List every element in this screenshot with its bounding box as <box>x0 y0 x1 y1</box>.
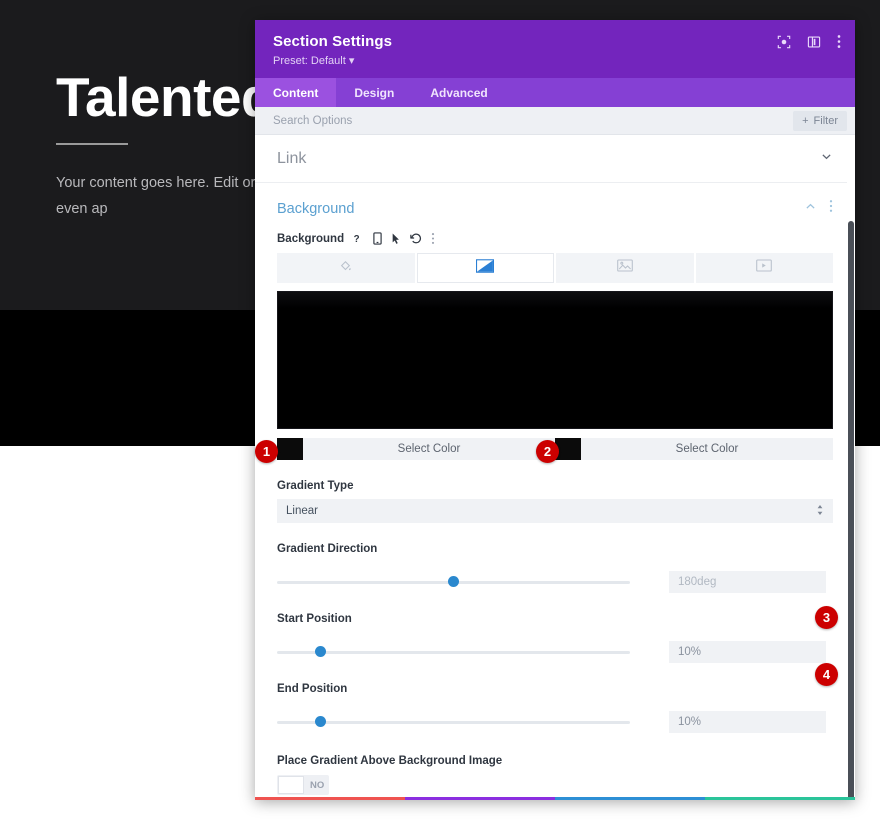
modal-body: Link Background Background ? Select Colo… <box>255 135 855 797</box>
more-vertical-icon[interactable] <box>837 34 841 49</box>
gradient-icon <box>476 258 495 278</box>
title-divider <box>56 143 128 145</box>
gradient-stop-1: Select Color <box>277 438 555 460</box>
background-section-title: Background <box>277 200 355 217</box>
background-section: Background Background ? Select Color Sel… <box>255 183 855 460</box>
video-icon <box>756 259 773 277</box>
undo-button[interactable] <box>405 797 555 800</box>
modal-tabs: Content Design Advanced <box>255 78 855 107</box>
more-vertical-icon[interactable] <box>829 199 833 218</box>
mobile-icon[interactable] <box>373 232 382 245</box>
modal-preset[interactable]: Preset: Default ▾ <box>273 54 837 67</box>
end-position-label: End Position <box>277 683 348 695</box>
callout-badge-3: 3 <box>815 606 838 629</box>
gradient-preview[interactable] <box>277 291 833 429</box>
background-field-header: Background ? <box>277 232 833 245</box>
cancel-button[interactable] <box>255 797 405 800</box>
select-color-button-1[interactable]: Select Color <box>303 438 555 460</box>
select-color-button-2[interactable]: Select Color <box>581 438 833 460</box>
gradient-direction-value[interactable]: 180deg <box>669 571 826 593</box>
chevron-up-icon[interactable] <box>804 200 817 218</box>
help-icon[interactable]: ? <box>353 232 364 245</box>
modal-header-actions <box>777 34 841 49</box>
link-section-label: Link <box>277 149 307 167</box>
end-position-slider-row: 10% <box>277 711 833 733</box>
slider-knob[interactable] <box>314 646 326 657</box>
background-section-header[interactable]: Background <box>277 199 833 218</box>
focus-icon[interactable] <box>777 35 791 49</box>
plus-icon: + <box>802 114 809 127</box>
gradient-direction-control: Gradient Direction 180deg <box>255 543 855 593</box>
callout-badge-2: 2 <box>536 440 559 463</box>
gradient-direction-slider[interactable] <box>277 573 630 591</box>
background-field-label: Background <box>277 232 345 245</box>
cursor-icon[interactable] <box>391 232 401 245</box>
place-gradient-label: Place Gradient Above Background Image <box>277 755 503 767</box>
place-gradient-toggle[interactable]: NO <box>277 775 329 795</box>
modal-footer <box>255 797 855 800</box>
slider-track <box>277 720 630 724</box>
search-bar: Search Options + Filter <box>255 107 855 135</box>
save-button[interactable] <box>705 797 855 800</box>
background-video-tab[interactable] <box>695 253 833 283</box>
gradient-type-control: Gradient Type Linear <box>255 480 855 523</box>
toggle-state-label: NO <box>310 779 325 791</box>
start-position-control: Start Position 10% <box>255 613 855 663</box>
background-color-tab[interactable] <box>277 253 415 283</box>
tab-advanced[interactable]: Advanced <box>412 78 505 107</box>
start-position-value[interactable]: 10% <box>669 641 826 663</box>
chevron-down-icon[interactable] <box>820 150 833 168</box>
gradient-type-select[interactable]: Linear <box>277 499 833 523</box>
filter-button[interactable]: + Filter <box>793 110 847 131</box>
end-position-control: End Position 10% <box>255 683 855 733</box>
slider-knob[interactable] <box>448 576 459 587</box>
layout-panel-icon[interactable] <box>807 35 821 49</box>
modal-scrollbar[interactable] <box>847 135 855 797</box>
select-arrows-icon <box>816 504 824 519</box>
gradient-type-value: Linear <box>286 505 318 517</box>
start-position-slider-row: 10% <box>277 641 833 663</box>
reset-icon[interactable] <box>410 232 422 245</box>
slider-track <box>277 650 630 654</box>
redo-button[interactable] <box>555 797 705 800</box>
image-icon <box>616 259 633 277</box>
background-image-tab[interactable] <box>556 253 694 283</box>
end-position-slider[interactable] <box>277 713 630 731</box>
modal-header: Section Settings Preset: Default ▾ <box>255 20 855 78</box>
gradient-direction-label: Gradient Direction <box>277 543 378 555</box>
place-gradient-control: Place Gradient Above Background Image NO <box>255 755 855 795</box>
link-section-row[interactable]: Link <box>255 135 855 183</box>
paint-bucket-icon <box>339 259 353 278</box>
gradient-type-label: Gradient Type <box>277 480 354 492</box>
tab-content[interactable]: Content <box>255 78 337 107</box>
more-vertical-icon[interactable] <box>431 232 435 245</box>
background-gradient-tab[interactable] <box>416 253 554 283</box>
callout-badge-1: 1 <box>255 440 278 463</box>
slider-knob[interactable] <box>314 716 326 727</box>
callout-badge-4: 4 <box>815 663 838 686</box>
section-settings-modal: Section Settings Preset: Default ▾ Conte… <box>255 20 855 800</box>
toggle-knob <box>278 776 304 794</box>
svg-text:?: ? <box>354 234 360 245</box>
start-position-label: Start Position <box>277 613 352 625</box>
background-section-actions <box>804 199 833 218</box>
filter-label: Filter <box>813 114 838 127</box>
end-position-value[interactable]: 10% <box>669 711 826 733</box>
tab-design[interactable]: Design <box>336 78 412 107</box>
color-swatch-1[interactable] <box>277 438 303 460</box>
gradient-stop-2: Select Color <box>555 438 833 460</box>
start-position-slider[interactable] <box>277 643 630 661</box>
search-input[interactable]: Search Options <box>273 115 793 127</box>
gradient-direction-slider-row: 180deg <box>277 571 833 593</box>
scrollbar-thumb[interactable] <box>848 221 854 797</box>
modal-title: Section Settings <box>273 33 393 50</box>
background-type-tabs <box>277 253 833 283</box>
